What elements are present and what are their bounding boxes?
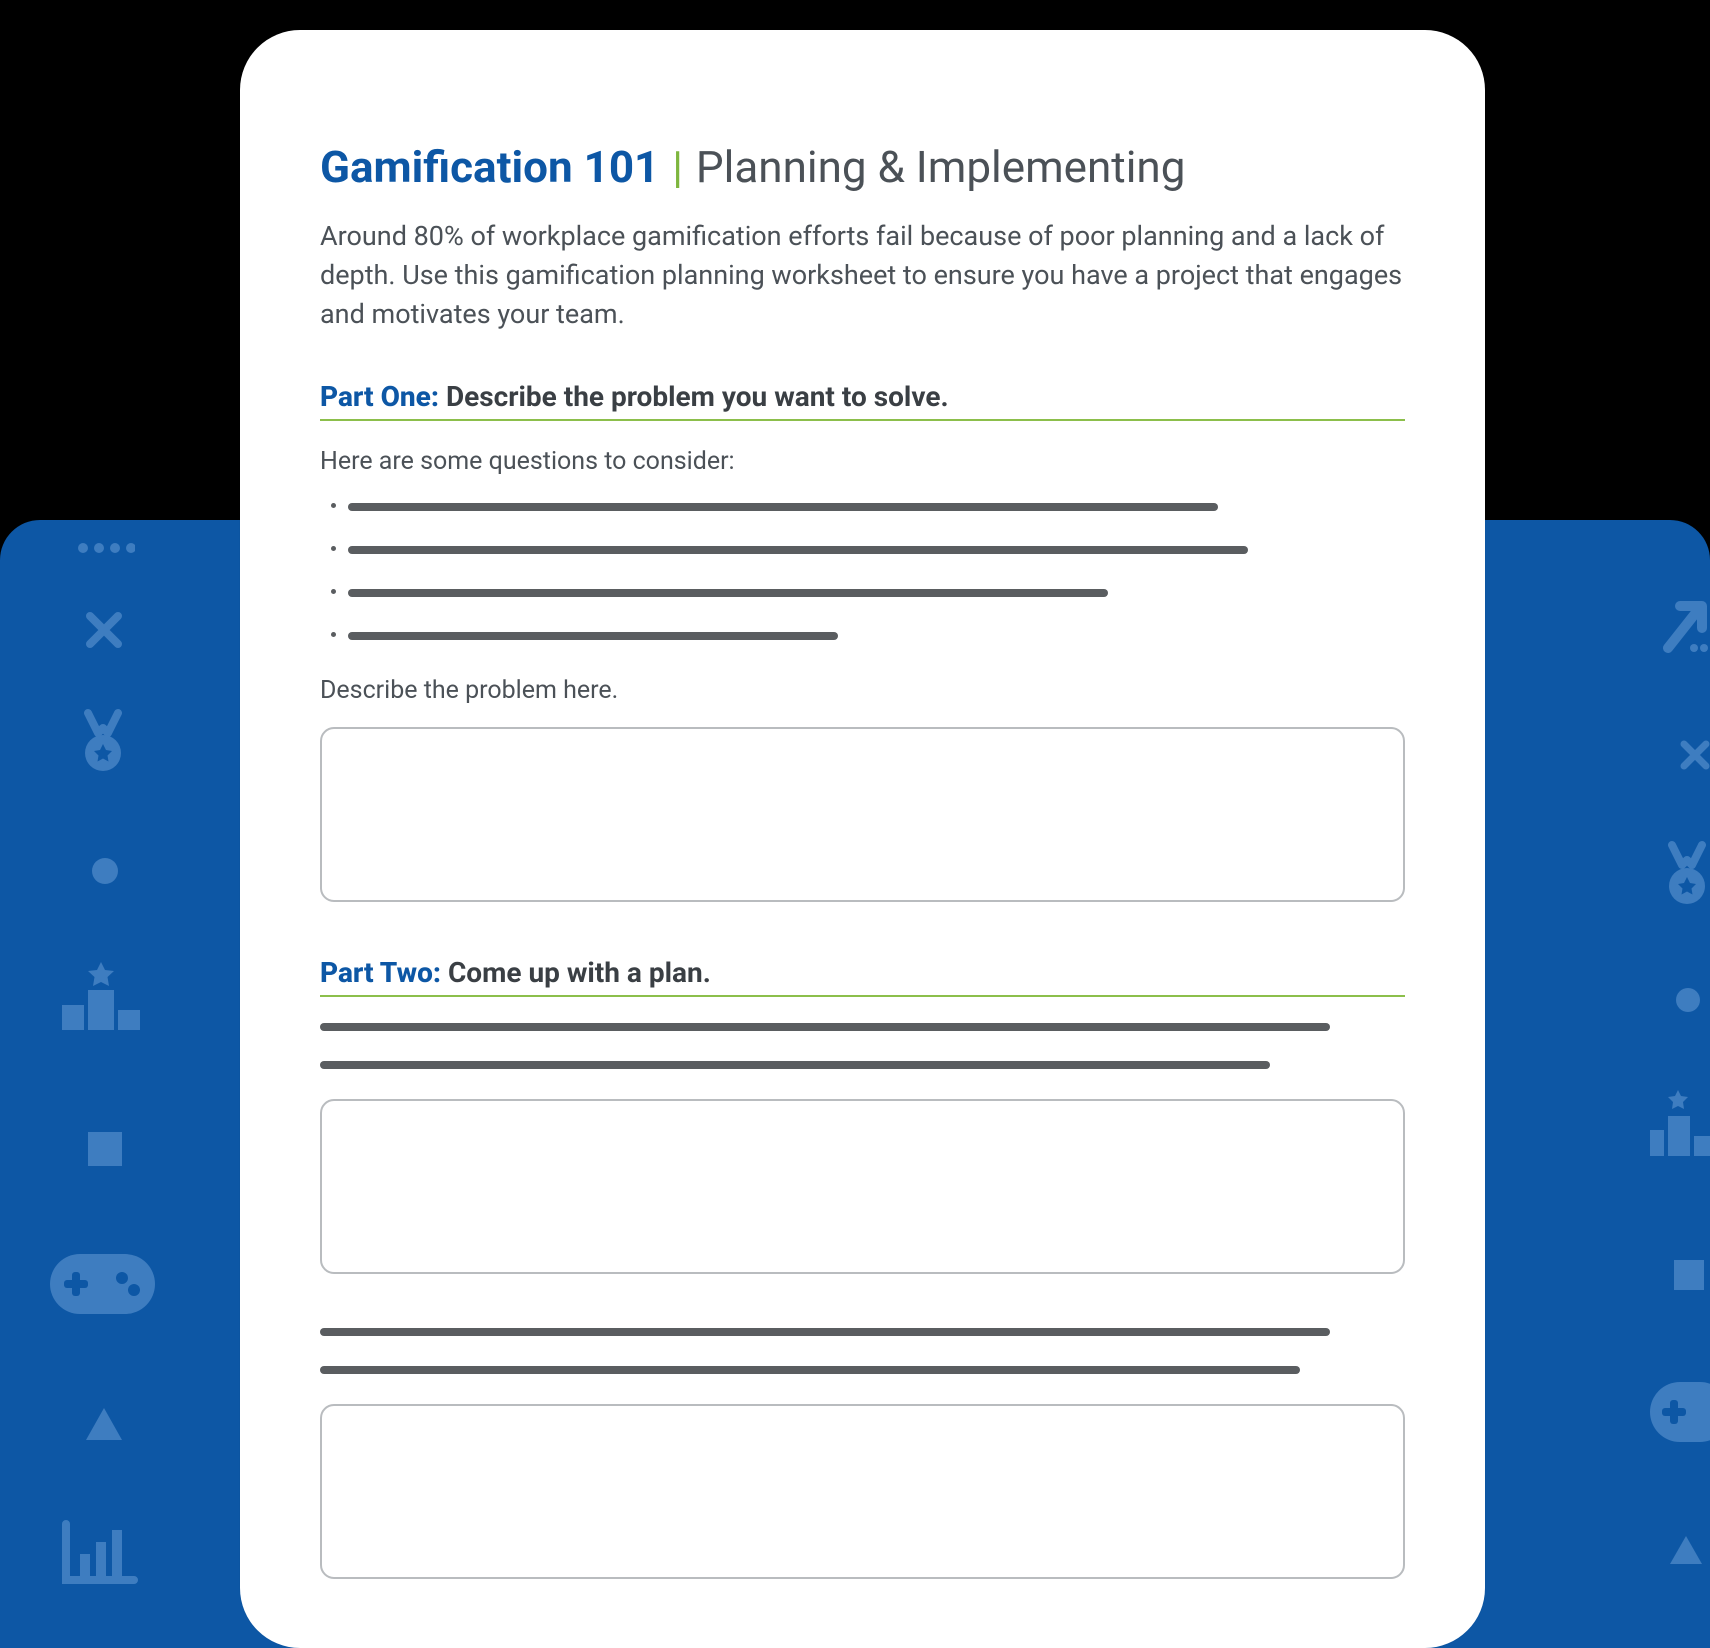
- arrow-up-icon: [1660, 596, 1710, 656]
- intro-paragraph: Around 80% of workplace gamification eff…: [320, 217, 1405, 334]
- part-one-title: Describe the problem you want to solve.: [446, 380, 949, 413]
- part-two-heading: Part Two: Come up with a plan.: [320, 956, 1405, 997]
- placeholder-line: [348, 632, 838, 640]
- plan-paragraph-1: [320, 1023, 1405, 1069]
- list-item: [348, 539, 1405, 558]
- placeholder-line: [320, 1328, 1330, 1336]
- square-icon: [88, 1132, 122, 1166]
- consider-list: [320, 496, 1405, 644]
- close-icon: [84, 610, 124, 650]
- document-title: Gamification 101 | Planning & Implementi…: [320, 140, 1405, 195]
- placeholder-line: [348, 546, 1248, 554]
- close-icon: [1680, 740, 1710, 770]
- triangle-icon: [1670, 1536, 1702, 1564]
- list-item: [348, 582, 1405, 601]
- placeholder-line: [320, 1366, 1300, 1374]
- placeholder-line: [320, 1023, 1330, 1031]
- podium-icon: [56, 960, 146, 1030]
- problem-field-label: Describe the problem here.: [320, 676, 1405, 705]
- gamepad-icon: [1650, 1382, 1710, 1442]
- circle-icon: [92, 858, 118, 884]
- square-icon: [1674, 1260, 1704, 1290]
- title-sub: Planning & Implementing: [696, 141, 1186, 193]
- list-item: [348, 625, 1405, 644]
- part-two-title: Come up with a plan.: [448, 956, 711, 989]
- dots-icon: [75, 538, 135, 558]
- part-two-label: Part Two:: [320, 956, 441, 989]
- placeholder-line: [348, 503, 1218, 511]
- placeholder-line: [348, 589, 1108, 597]
- plan-input-1[interactable]: [320, 1099, 1405, 1274]
- title-separator: |: [670, 141, 685, 193]
- list-item: [348, 496, 1405, 515]
- circle-icon: [1676, 988, 1700, 1012]
- podium-icon: [1650, 1088, 1710, 1158]
- title-main: Gamification 101: [320, 141, 659, 193]
- worksheet-document: Gamification 101 | Planning & Implementi…: [240, 30, 1485, 1648]
- plan-paragraph-2: [320, 1328, 1405, 1374]
- gamepad-icon: [50, 1254, 155, 1314]
- part-one-label: Part One:: [320, 380, 439, 413]
- part-one-heading: Part One: Describe the problem you want …: [320, 380, 1405, 421]
- triangle-icon: [86, 1408, 122, 1440]
- bar-chart-icon: [62, 1520, 138, 1584]
- medal-icon: [68, 708, 138, 778]
- consider-intro: Here are some questions to consider:: [320, 447, 1405, 476]
- plan-input-2[interactable]: [320, 1404, 1405, 1579]
- medal-icon: [1664, 840, 1710, 910]
- problem-input[interactable]: [320, 727, 1405, 902]
- placeholder-line: [320, 1061, 1270, 1069]
